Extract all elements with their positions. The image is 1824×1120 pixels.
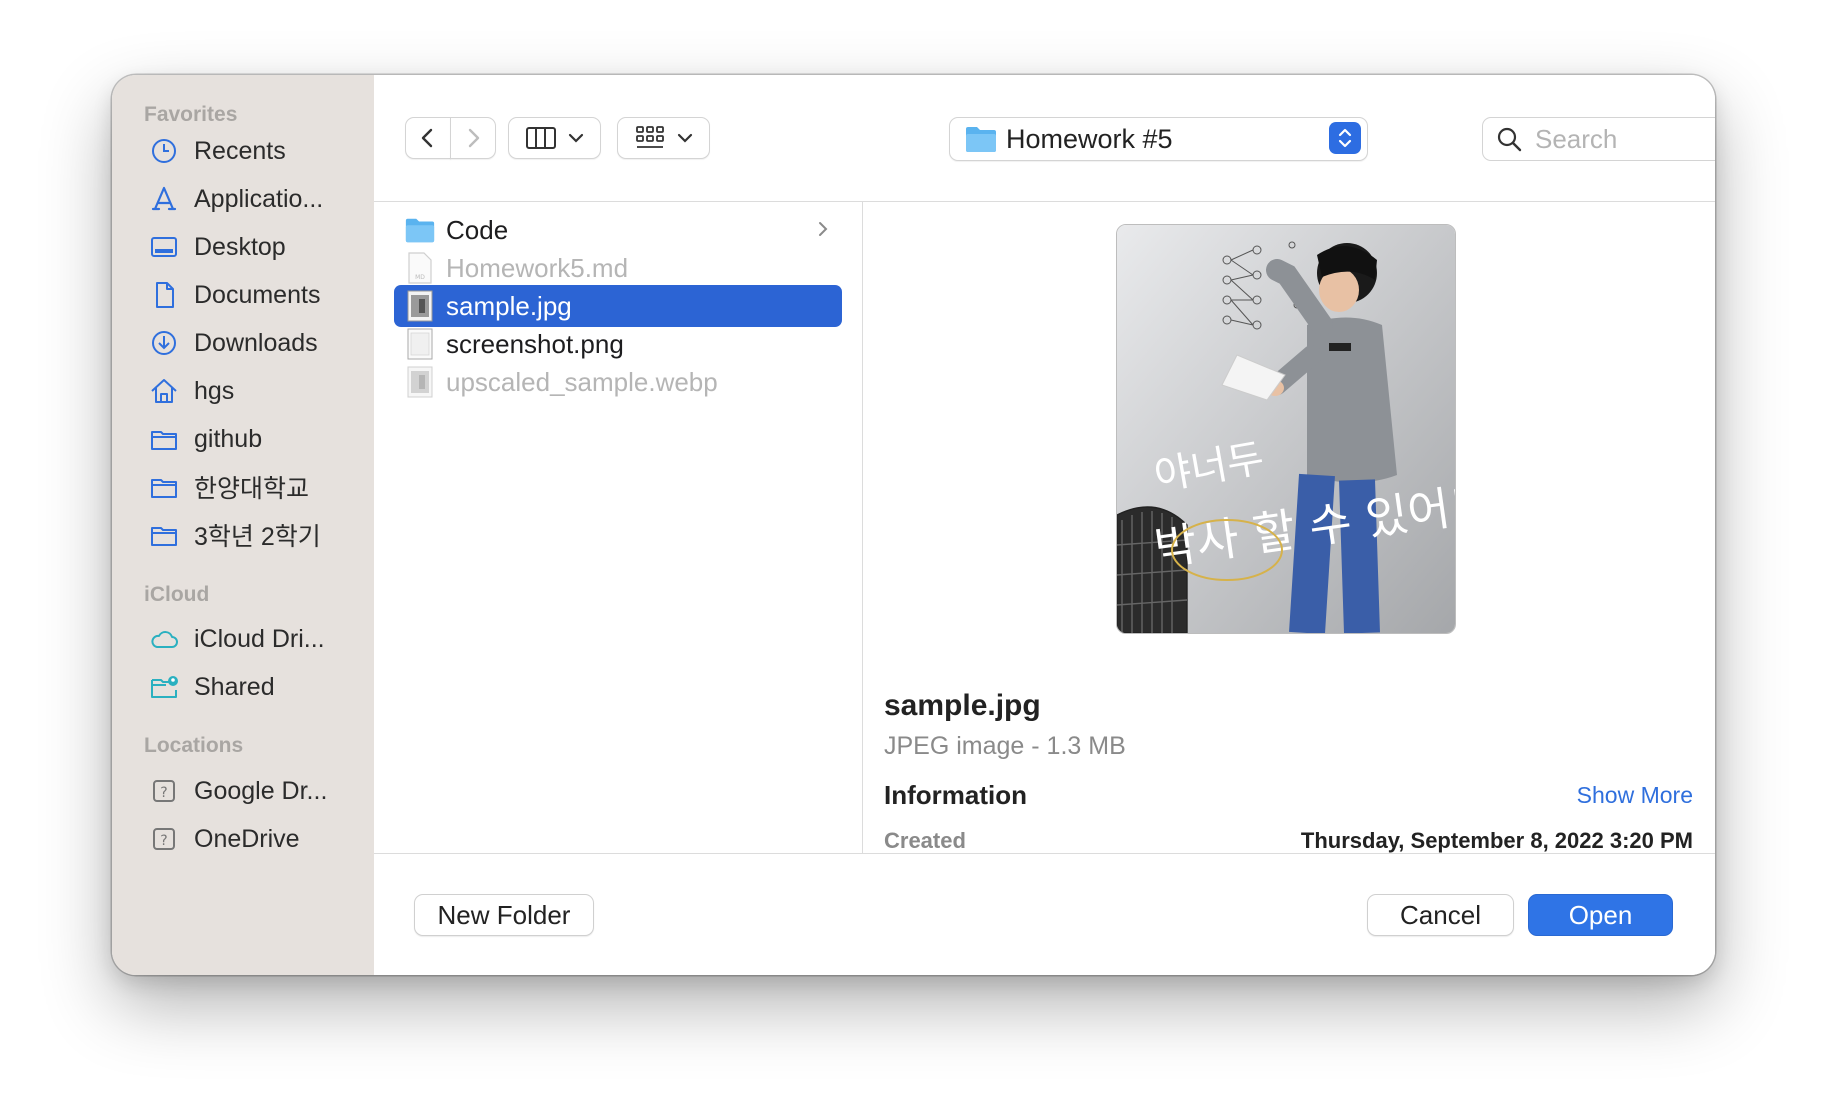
back-button[interactable] <box>405 117 451 159</box>
sidebar-item-desktop[interactable]: Desktop <box>148 227 368 267</box>
folder-icon <box>148 423 180 455</box>
folder-icon <box>148 519 180 551</box>
unknown-drive-icon: ? <box>148 823 180 855</box>
sidebar-item-icloud-drive[interactable]: iCloud Dri... <box>148 619 368 659</box>
columns-view-icon <box>525 127 556 149</box>
search-input[interactable] <box>1533 122 1715 156</box>
new-folder-button[interactable]: New Folder <box>414 894 594 936</box>
shared-folder-icon <box>148 671 180 703</box>
file-name: Homework5.md <box>446 252 629 283</box>
image-file-icon <box>404 290 436 322</box>
cancel-button[interactable]: Cancel <box>1367 894 1514 936</box>
applications-icon <box>148 183 180 215</box>
created-value: Thursday, September 8, 2022 3:20 PM <box>1300 828 1693 853</box>
sidebar-section-locations: Locations <box>144 734 244 757</box>
preview-image: 야너두 박사 할 수 있어! <box>1116 224 1456 634</box>
desktop-icon <box>148 231 180 263</box>
chevron-down-icon <box>677 133 692 143</box>
sidebar-item-label: hgs <box>194 376 235 405</box>
sidebar-item-label: OneDrive <box>194 824 300 853</box>
sidebar-item-hgs[interactable]: hgs <box>148 371 368 411</box>
sidebar-section-favorites: Favorites <box>144 103 238 126</box>
created-label: Created <box>884 828 966 853</box>
sidebar-item-recents[interactable]: Recents <box>148 131 368 171</box>
search-field[interactable] <box>1482 117 1715 161</box>
sidebar-item-semester[interactable]: 3학년 2학기 <box>148 515 368 555</box>
sidebar-item-label: github <box>194 424 263 453</box>
view-mode-button[interactable] <box>508 117 601 159</box>
chevron-left-icon <box>421 128 433 148</box>
open-file-dialog: Favorites Recents Applicatio... Desktop … <box>112 75 1715 975</box>
folder-icon <box>148 471 180 503</box>
grid-group-icon <box>635 126 664 148</box>
file-name: upscaled_sample.webp <box>446 366 718 397</box>
file-row-sample-jpg[interactable]: sample.jpg <box>394 285 842 327</box>
toolbar: Homework #5 <box>374 75 1715 202</box>
sidebar-item-label: 한양대학교 <box>194 475 310 503</box>
file-list: Code MD Homework5.md sample.jpg screensh… <box>374 202 863 853</box>
folder-icon <box>966 127 996 152</box>
document-icon <box>148 279 180 311</box>
sidebar-item-label: Applicatio... <box>194 184 324 213</box>
preview-file-kind: JPEG image - 1.3 MB <box>884 732 1126 760</box>
file-name: Code <box>446 214 509 245</box>
sidebar-item-label: Documents <box>194 280 321 309</box>
location-label: Homework #5 <box>1006 123 1173 154</box>
download-icon <box>148 327 180 359</box>
sidebar-item-label: 3학년 2학기 <box>194 523 321 551</box>
group-by-button[interactable] <box>617 117 710 159</box>
sidebar-item-label: Downloads <box>194 328 318 357</box>
image-file-icon <box>404 328 436 360</box>
sidebar-item-shared[interactable]: Shared <box>148 667 368 707</box>
sidebar: Favorites Recents Applicatio... Desktop … <box>112 75 375 975</box>
sidebar-item-google-drive[interactable]: ? Google Dr... <box>148 771 368 811</box>
file-name: sample.jpg <box>446 290 572 321</box>
sidebar-item-label: Google Dr... <box>194 776 328 805</box>
sidebar-item-hanyang[interactable]: 한양대학교 <box>148 467 368 507</box>
preview-file-name: sample.jpg <box>884 689 1041 722</box>
chevron-down-icon <box>568 133 583 143</box>
svg-text:?: ? <box>160 833 167 849</box>
sidebar-item-label: Desktop <box>194 232 286 261</box>
sidebar-item-label: Recents <box>194 136 286 165</box>
preview-pane: 야너두 박사 할 수 있어! sample.jpg JPEG image - 1… <box>863 202 1715 853</box>
home-icon <box>148 375 180 407</box>
information-heading: Information <box>884 780 1027 810</box>
forward-button[interactable] <box>450 117 496 159</box>
show-more-link[interactable]: Show More <box>1577 782 1693 809</box>
sidebar-item-onedrive[interactable]: ? OneDrive <box>148 819 368 859</box>
open-button[interactable]: Open <box>1528 894 1673 936</box>
sidebar-item-applications[interactable]: Applicatio... <box>148 179 368 219</box>
folder-icon <box>404 214 436 246</box>
location-popup[interactable]: Homework #5 <box>949 117 1368 161</box>
unknown-drive-icon: ? <box>148 775 180 807</box>
sidebar-item-github[interactable]: github <box>148 419 368 459</box>
file-row-upscaled-webp[interactable]: upscaled_sample.webp <box>394 361 842 403</box>
sidebar-item-label: Shared <box>194 672 275 701</box>
cloud-icon <box>148 623 180 655</box>
file-name: screenshot.png <box>446 328 624 359</box>
svg-text:MD: MD <box>415 274 425 281</box>
svg-text:?: ? <box>160 785 167 801</box>
image-file-icon <box>404 366 436 398</box>
bottom-bar: New Folder Cancel Open <box>374 853 1715 975</box>
sidebar-section-icloud: iCloud <box>144 583 210 606</box>
search-icon <box>1497 127 1522 152</box>
sidebar-item-label: iCloud Dri... <box>194 624 325 653</box>
file-row-code[interactable]: Code <box>394 209 842 251</box>
chevron-right-icon <box>819 222 828 236</box>
sidebar-item-downloads[interactable]: Downloads <box>148 323 368 363</box>
clock-icon <box>148 135 180 167</box>
markdown-file-icon: MD <box>404 252 436 284</box>
up-down-stepper-icon <box>1329 122 1361 154</box>
file-row-homework5-md[interactable]: MD Homework5.md <box>394 247 842 289</box>
chevron-right-icon <box>468 128 480 148</box>
sidebar-item-documents[interactable]: Documents <box>148 275 368 315</box>
file-row-screenshot-png[interactable]: screenshot.png <box>394 323 842 365</box>
